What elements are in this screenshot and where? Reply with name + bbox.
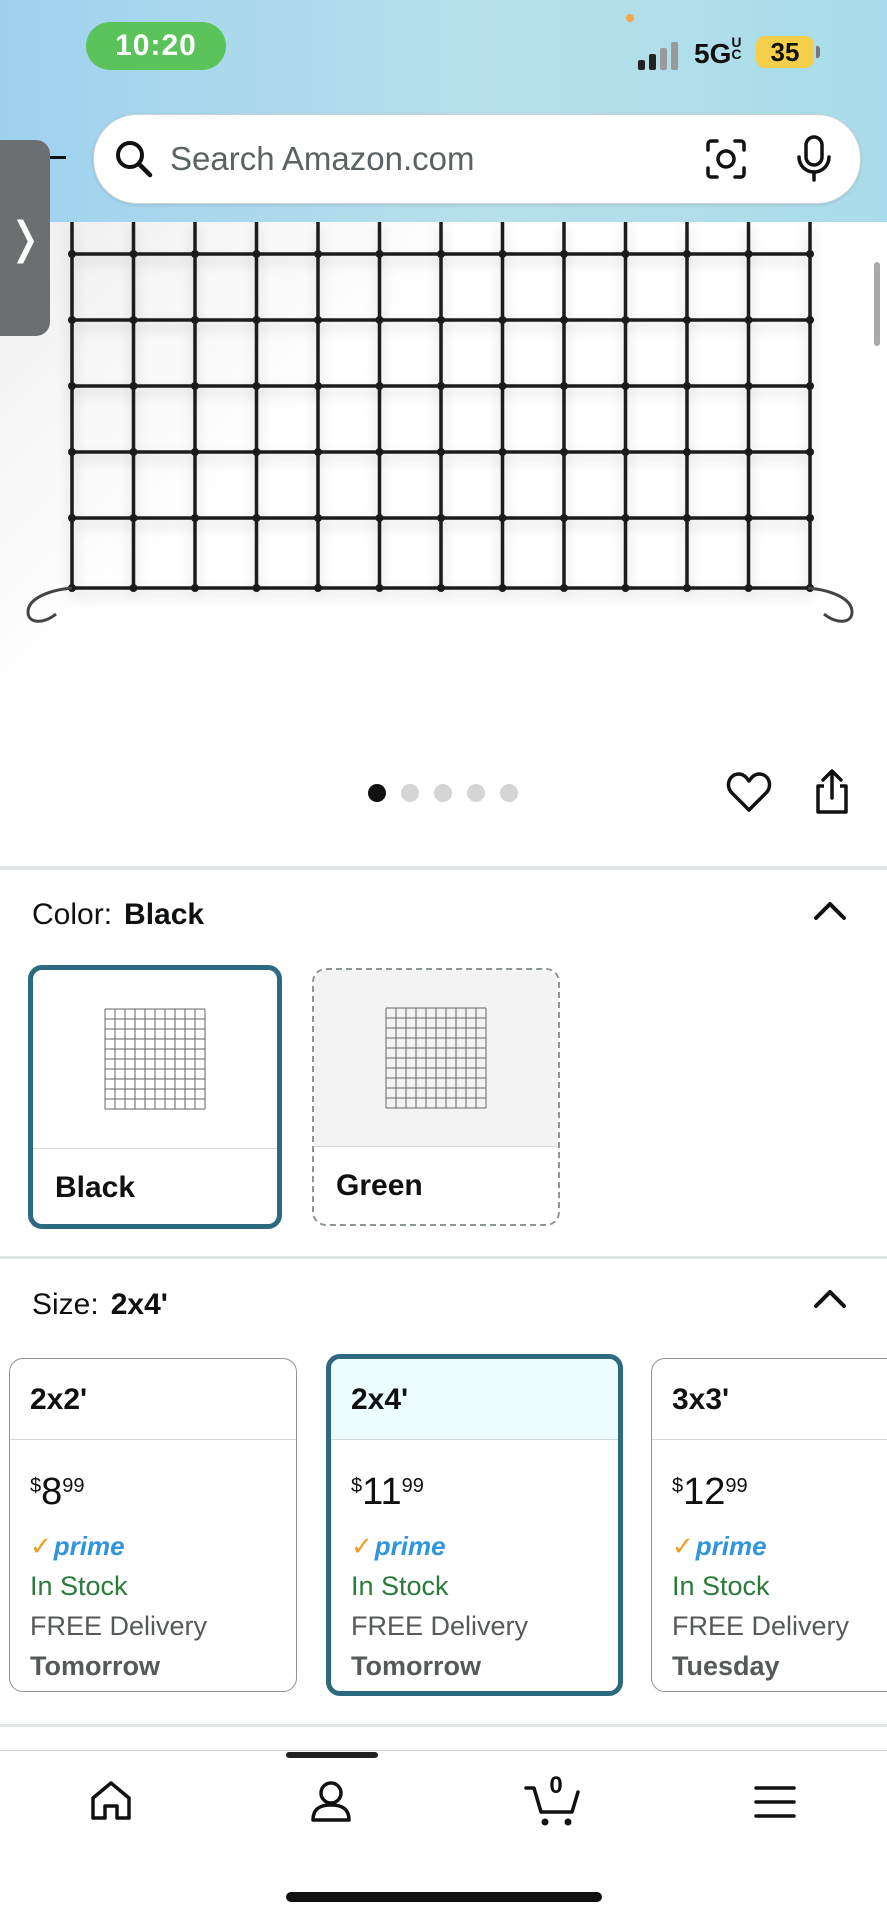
battery-tip <box>816 46 820 58</box>
delivery-text: FREE Delivery <box>351 1611 529 1641</box>
right-hook <box>807 586 854 623</box>
share-icon[interactable] <box>812 768 852 816</box>
account-icon[interactable] <box>308 1778 354 1824</box>
chevron-up-icon[interactable] <box>810 1284 850 1314</box>
image-carousel-dots[interactable] <box>368 784 518 804</box>
active-tab-indicator <box>286 1752 378 1758</box>
stock-status: In Stock <box>672 1571 770 1601</box>
stock-status: In Stock <box>351 1571 449 1601</box>
swatch-thumbnail <box>33 970 277 1148</box>
product-image[interactable] <box>0 222 887 752</box>
camera-scan-icon[interactable] <box>704 137 748 181</box>
size-selected-value: 2x4' <box>110 1288 168 1321</box>
size-option-3x3[interactable]: 3x3' $1299 ✓prime In Stock FREE Delivery… <box>651 1358 887 1692</box>
chevron-up-icon[interactable] <box>810 896 850 926</box>
carousel-dot[interactable] <box>500 784 518 802</box>
delivery-day: Tuesday <box>672 1651 780 1681</box>
prime-check-icon: ✓ <box>672 1531 694 1561</box>
color-selected-value: Black <box>124 898 205 931</box>
prime-check-icon: ✓ <box>30 1531 52 1561</box>
section-divider <box>0 1256 887 1259</box>
net-thumbnail <box>104 1008 206 1110</box>
chevron-right-icon: ❭ <box>6 213 44 263</box>
left-hook <box>26 586 73 623</box>
prime-check-icon: ✓ <box>351 1531 373 1561</box>
search-bar[interactable] <box>93 114 861 204</box>
delivery-text: FREE Delivery <box>672 1611 850 1641</box>
color-option-label: Green <box>336 1169 423 1202</box>
scrollbar[interactable] <box>874 262 880 346</box>
stock-status: In Stock <box>30 1571 128 1601</box>
delivery-day: Tomorrow <box>30 1651 160 1681</box>
price: $899 <box>30 1471 85 1513</box>
delivery-day: Tomorrow <box>351 1651 481 1681</box>
prime-badge: ✓prime <box>672 1531 767 1561</box>
color-label: Color: Black <box>32 898 205 931</box>
net-thumbnail <box>385 1007 487 1109</box>
size-option-2x2[interactable]: 2x2' $899 ✓prime In Stock FREE Delivery … <box>9 1358 297 1692</box>
network-type: 5GUC <box>694 34 742 69</box>
size-label: Size: 2x4' <box>32 1288 168 1321</box>
size-option-label: 2x2' <box>30 1383 88 1416</box>
top-header: 10:20 5GUC 35 <box>0 0 887 222</box>
price: $1299 <box>672 1471 748 1513</box>
size-option-2x4[interactable]: 2x4' $1199 ✓prime In Stock FREE Delivery… <box>326 1354 623 1696</box>
swatch-thumbnail <box>314 970 558 1146</box>
status-time: 10:20 <box>86 22 226 70</box>
battery-level: 35 <box>770 36 800 67</box>
side-drawer-toggle[interactable]: ❭ <box>0 140 50 336</box>
menu-icon[interactable] <box>752 1782 798 1822</box>
search-icon <box>116 141 153 178</box>
prime-badge: ✓prime <box>30 1531 125 1561</box>
cart-count: 0 <box>549 1772 563 1799</box>
size-option-label: 3x3' <box>672 1383 730 1416</box>
grid-net-image <box>26 222 854 623</box>
microphone-icon[interactable] <box>794 135 834 183</box>
cellular-signal-icon <box>638 40 684 70</box>
delivery-text: FREE Delivery <box>30 1611 208 1641</box>
price: $1199 <box>351 1471 424 1513</box>
prime-badge: ✓prime <box>351 1531 446 1561</box>
section-divider <box>0 1724 887 1727</box>
heart-icon[interactable] <box>726 770 772 814</box>
home-icon[interactable] <box>88 1778 134 1824</box>
carousel-dot[interactable] <box>401 784 419 802</box>
carousel-dot[interactable] <box>368 784 386 802</box>
carousel-dot[interactable] <box>467 784 485 802</box>
search-input[interactable] <box>168 133 612 185</box>
size-option-label: 2x4' <box>351 1383 409 1416</box>
section-divider <box>0 866 887 870</box>
home-indicator <box>286 1892 602 1902</box>
color-option-black[interactable]: Black <box>28 965 282 1229</box>
color-option-label: Black <box>55 1171 136 1204</box>
network-suffix: UC <box>731 34 742 62</box>
battery-icon: 35 <box>756 36 814 68</box>
carousel-dot[interactable] <box>434 784 452 802</box>
cart-button[interactable]: 0 <box>524 1772 584 1828</box>
privacy-indicator-dot <box>626 14 634 22</box>
color-option-green[interactable]: Green <box>312 968 560 1226</box>
